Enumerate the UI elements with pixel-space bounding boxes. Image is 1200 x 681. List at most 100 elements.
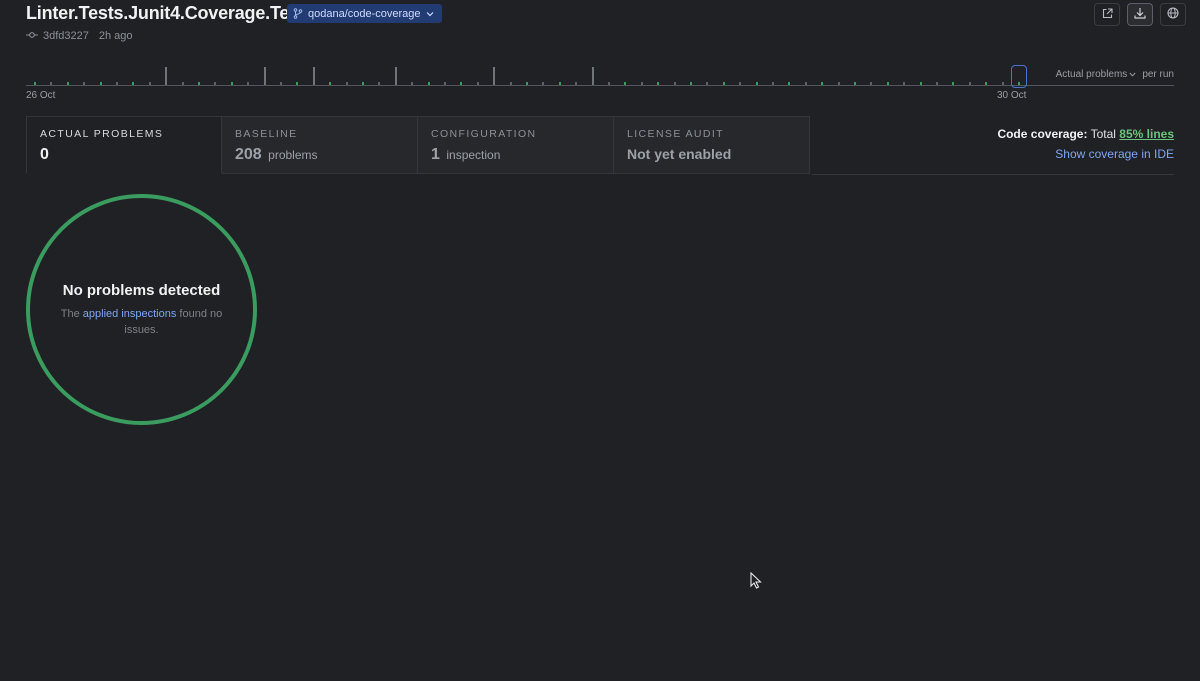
tab-label: CONFIGURATION: [431, 128, 537, 140]
run-dot[interactable]: [230, 82, 233, 85]
run-dot[interactable]: [936, 82, 938, 85]
header-actions: [1094, 3, 1186, 26]
run-bar[interactable]: [493, 67, 496, 85]
run-dot[interactable]: [886, 82, 889, 85]
run-dot[interactable]: [985, 82, 988, 85]
per-run-label[interactable]: per run: [1142, 69, 1174, 80]
mouse-cursor-icon: [750, 571, 762, 594]
run-dot[interactable]: [755, 82, 758, 85]
timeline-legend: Actual problems per run: [1056, 69, 1174, 80]
commit-hash: 3dfd3227: [43, 30, 89, 42]
tab-label: BASELINE: [235, 128, 298, 140]
run-dot[interactable]: [378, 82, 381, 85]
run-dot[interactable]: [788, 82, 791, 85]
run-dot[interactable]: [542, 82, 545, 85]
tab-baseline[interactable]: BASELINE 208 problems: [222, 116, 418, 174]
run-dot[interactable]: [411, 82, 414, 85]
run-dot[interactable]: [132, 82, 135, 85]
branch-icon: [293, 8, 303, 19]
run-dot[interactable]: [624, 82, 627, 85]
run-dot[interactable]: [444, 82, 446, 85]
run-dot[interactable]: [804, 82, 807, 85]
chevron-down-icon: [1129, 69, 1136, 80]
run-dot[interactable]: [1001, 82, 1004, 85]
run-bar[interactable]: [165, 67, 168, 85]
run-dot[interactable]: [608, 82, 610, 85]
show-coverage-in-ide-link[interactable]: Show coverage in IDE: [997, 147, 1174, 161]
run-dot[interactable]: [34, 82, 36, 85]
run-bar[interactable]: [312, 67, 315, 85]
run-dot[interactable]: [690, 82, 692, 85]
external-link-icon: [1102, 6, 1113, 24]
tab-value: 0: [40, 146, 208, 164]
run-dot[interactable]: [247, 82, 250, 85]
timeline-start-label: 26 Oct: [26, 90, 56, 101]
tab-configuration[interactable]: CONFIGURATION 1 inspection: [418, 116, 614, 174]
coverage-value-link[interactable]: 85% lines: [1119, 127, 1174, 141]
coverage-label: Code coverage:: [997, 127, 1088, 141]
run-dot[interactable]: [362, 82, 364, 85]
run-dot[interactable]: [509, 82, 512, 85]
metric-dropdown[interactable]: Actual problems: [1056, 69, 1137, 80]
tab-license-audit[interactable]: LICENSE AUDIT Not yet enabled: [614, 116, 810, 174]
empty-state-text: The applied inspections found no issues.: [57, 306, 227, 338]
run-dot[interactable]: [739, 82, 742, 85]
tab-actual-problems[interactable]: ACTUAL PROBLEMS 0: [26, 116, 222, 174]
run-dot[interactable]: [526, 82, 528, 85]
tab-label: LICENSE AUDIT: [627, 128, 724, 140]
page-title: Linter.Tests.Junit4.Coverage.Test: [26, 3, 305, 23]
baseline-unit: problems: [268, 148, 318, 162]
run-bar[interactable]: [263, 67, 266, 85]
run-dot[interactable]: [296, 82, 299, 85]
selected-run-highlight[interactable]: [1011, 65, 1027, 88]
run-dot[interactable]: [50, 82, 53, 85]
applied-inspections-link[interactable]: applied inspections: [83, 308, 177, 320]
download-button[interactable]: [1127, 3, 1153, 26]
commit-hash-group[interactable]: 3dfd3227: [26, 30, 89, 42]
run-bar[interactable]: [591, 67, 594, 85]
run-dot[interactable]: [99, 82, 102, 85]
run-dot[interactable]: [870, 82, 873, 85]
run-dot[interactable]: [558, 82, 561, 85]
run-dot[interactable]: [329, 82, 332, 85]
run-dot[interactable]: [821, 82, 824, 85]
coverage-summary: Code coverage: Total 85% lines: [997, 127, 1174, 141]
run-dot[interactable]: [968, 82, 971, 85]
run-dot[interactable]: [181, 82, 184, 85]
run-dot[interactable]: [919, 82, 922, 85]
configuration-unit: inspection: [446, 148, 501, 162]
run-dot[interactable]: [280, 82, 282, 85]
run-dot[interactable]: [345, 82, 348, 85]
run-dot[interactable]: [427, 82, 430, 85]
commit-info: 3dfd3227 2h ago: [26, 30, 133, 42]
runs-timeline-chart[interactable]: 26 Oct 30 Oct: [26, 60, 1174, 105]
run-dot[interactable]: [772, 82, 774, 85]
run-dot[interactable]: [198, 82, 200, 85]
run-bar[interactable]: [394, 67, 397, 85]
run-dot[interactable]: [706, 82, 709, 85]
run-dot[interactable]: [673, 82, 676, 85]
run-dot[interactable]: [476, 82, 479, 85]
run-dot[interactable]: [640, 82, 643, 85]
empty-state-text-before: The: [60, 307, 80, 320]
open-external-button[interactable]: [1094, 3, 1120, 26]
run-dot[interactable]: [903, 82, 906, 85]
no-problems-indicator: No problems detected The applied inspect…: [26, 194, 257, 425]
run-dot[interactable]: [148, 82, 151, 85]
web-view-button[interactable]: [1160, 3, 1186, 26]
run-dot[interactable]: [116, 82, 118, 85]
run-dot[interactable]: [214, 82, 217, 85]
coverage-total-prefix: Total: [1090, 127, 1116, 141]
run-dot[interactable]: [83, 82, 86, 85]
run-dot[interactable]: [854, 82, 856, 85]
branch-selector[interactable]: qodana/code-coverage: [287, 4, 442, 23]
run-dot[interactable]: [837, 82, 840, 85]
license-audit-status: Not yet enabled: [627, 146, 732, 162]
run-dot[interactable]: [460, 82, 463, 85]
run-dot[interactable]: [575, 82, 578, 85]
run-dot[interactable]: [952, 82, 955, 85]
run-dot[interactable]: [66, 82, 69, 85]
run-dot[interactable]: [722, 82, 725, 85]
run-dot[interactable]: [657, 82, 660, 85]
commit-time: 2h ago: [98, 30, 133, 42]
